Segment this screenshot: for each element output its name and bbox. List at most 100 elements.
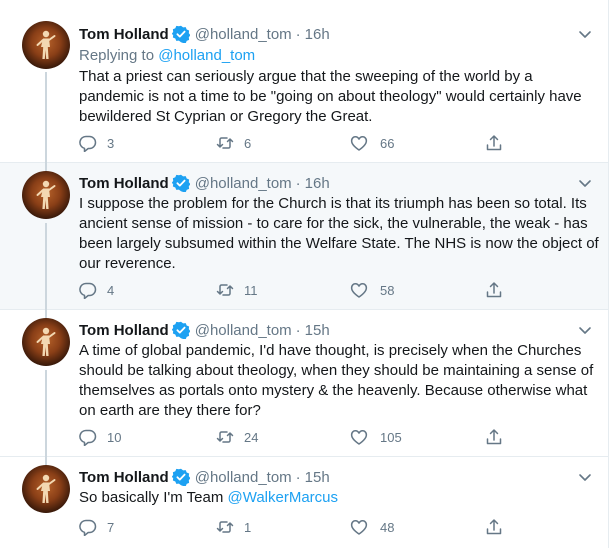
chevron-down-icon[interactable] <box>576 468 594 486</box>
tweet-1[interactable]: Tom Holland @holland_tom · 16h Replying … <box>0 0 608 163</box>
retweet-icon <box>216 521 234 533</box>
user-handle[interactable]: @holland_tom <box>195 469 292 486</box>
mention-link[interactable]: @WalkerMarcus <box>227 489 338 506</box>
avatar-figure-icon <box>36 29 56 60</box>
user-handle[interactable]: @holland_tom <box>195 322 292 339</box>
chevron-down-icon[interactable] <box>576 321 594 339</box>
user-handle[interactable]: @holland_tom <box>195 175 292 192</box>
tweet-text: A time of global pandemic, I'd have thou… <box>79 342 594 419</box>
thread-connector <box>45 457 47 465</box>
like-count: 58 <box>380 282 395 298</box>
separator: · <box>295 468 301 486</box>
separator: · <box>295 25 301 43</box>
tweet-header: Tom Holland @holland_tom · 15h <box>79 467 330 487</box>
retweet-icon <box>216 431 234 443</box>
verified-badge-icon <box>171 174 190 192</box>
thread-connector <box>45 72 47 163</box>
tweet-actions: 4 11 58 <box>79 281 509 301</box>
share-button[interactable] <box>485 428 513 446</box>
heart-icon <box>350 520 368 535</box>
retweet-icon <box>216 137 234 149</box>
display-name[interactable]: Tom Holland <box>79 26 169 43</box>
like-button[interactable]: 66 <box>350 134 394 152</box>
tweet-header: Tom Holland @holland_tom · 16h <box>79 24 330 44</box>
tweet-3[interactable]: Tom Holland @holland_tom · 15h A time of… <box>0 310 608 457</box>
retweet-icon <box>216 284 234 296</box>
heart-icon <box>350 430 368 445</box>
share-icon <box>486 429 502 445</box>
tweet-4[interactable]: Tom Holland @holland_tom · 15h So basica… <box>0 457 608 548</box>
share-button[interactable] <box>485 134 513 152</box>
retweet-button[interactable]: 1 <box>216 518 251 536</box>
avatar[interactable] <box>22 171 70 219</box>
verified-badge-icon <box>171 468 190 486</box>
like-button[interactable]: 58 <box>350 281 394 299</box>
share-icon <box>486 135 502 151</box>
avatar[interactable] <box>22 465 70 513</box>
replying-to-label: Replying to <box>79 47 155 64</box>
display-name[interactable]: Tom Holland <box>79 175 169 192</box>
reply-icon <box>79 519 97 536</box>
retweet-button[interactable]: 24 <box>216 428 258 446</box>
reply-button[interactable]: 7 <box>79 518 114 536</box>
tweet-thread: Tom Holland @holland_tom · 16h Replying … <box>0 0 609 548</box>
heart-icon <box>350 283 368 298</box>
tweet-header: Tom Holland @holland_tom · 15h <box>79 320 330 340</box>
thread-connector <box>45 310 47 318</box>
like-button[interactable]: 48 <box>350 518 394 536</box>
reply-count: 10 <box>107 429 122 445</box>
thread-connector <box>45 223 47 310</box>
tweet-2[interactable]: Tom Holland @holland_tom · 16h I suppose… <box>0 163 608 310</box>
replying-to: Replying to @holland_tom <box>79 47 255 64</box>
like-count: 105 <box>380 429 402 445</box>
reply-button[interactable]: 4 <box>79 281 114 299</box>
share-button[interactable] <box>485 281 513 299</box>
tweet-header: Tom Holland @holland_tom · 16h <box>79 173 330 193</box>
avatar[interactable] <box>22 21 70 69</box>
avatar-figure-icon <box>36 473 56 504</box>
reply-count: 4 <box>107 282 115 298</box>
replying-to-handle[interactable]: @holland_tom <box>158 47 255 64</box>
reply-button[interactable]: 3 <box>79 134 114 152</box>
tweet-actions: 7 1 48 <box>79 518 509 538</box>
avatar-figure-icon <box>36 326 56 357</box>
tweet-actions: 10 24 105 <box>79 428 509 448</box>
avatar[interactable] <box>22 318 70 366</box>
thread-connector <box>45 370 47 457</box>
share-icon <box>486 519 502 535</box>
retweet-count: 24 <box>244 429 259 445</box>
heart-icon <box>350 136 368 151</box>
timestamp[interactable]: 15h <box>305 469 330 486</box>
like-button[interactable]: 105 <box>350 428 402 446</box>
chevron-down-icon[interactable] <box>576 25 594 43</box>
tweet-text: So basically I'm Team @WalkerMarcus <box>79 488 599 508</box>
display-name[interactable]: Tom Holland <box>79 469 169 486</box>
share-button[interactable] <box>485 518 513 536</box>
avatar-figure-icon <box>36 179 56 210</box>
tweet-actions: 3 6 66 <box>79 134 509 154</box>
verified-badge-icon <box>171 25 190 43</box>
display-name[interactable]: Tom Holland <box>79 322 169 339</box>
timestamp[interactable]: 16h <box>305 175 330 192</box>
chevron-down-icon[interactable] <box>576 174 594 192</box>
like-count: 48 <box>380 519 395 535</box>
user-handle[interactable]: @holland_tom <box>195 26 292 43</box>
reply-icon <box>79 282 97 299</box>
tweet-text-prefix: So basically I'm Team <box>79 489 224 506</box>
verified-badge-icon <box>171 321 190 339</box>
retweet-count: 6 <box>244 135 252 151</box>
reply-icon <box>79 429 97 446</box>
share-icon <box>486 282 502 298</box>
reply-icon <box>79 135 97 152</box>
tweet-text: I suppose the problem for the Church is … <box>79 195 599 272</box>
retweet-count: 1 <box>244 519 252 535</box>
separator: · <box>295 174 301 192</box>
like-count: 66 <box>380 135 395 151</box>
timestamp[interactable]: 15h <box>305 322 330 339</box>
thread-connector <box>45 163 47 171</box>
retweet-button[interactable]: 6 <box>216 134 251 152</box>
reply-count: 3 <box>107 135 115 151</box>
reply-button[interactable]: 10 <box>79 428 121 446</box>
timestamp[interactable]: 16h <box>305 26 330 43</box>
retweet-button[interactable]: 11 <box>216 281 258 299</box>
